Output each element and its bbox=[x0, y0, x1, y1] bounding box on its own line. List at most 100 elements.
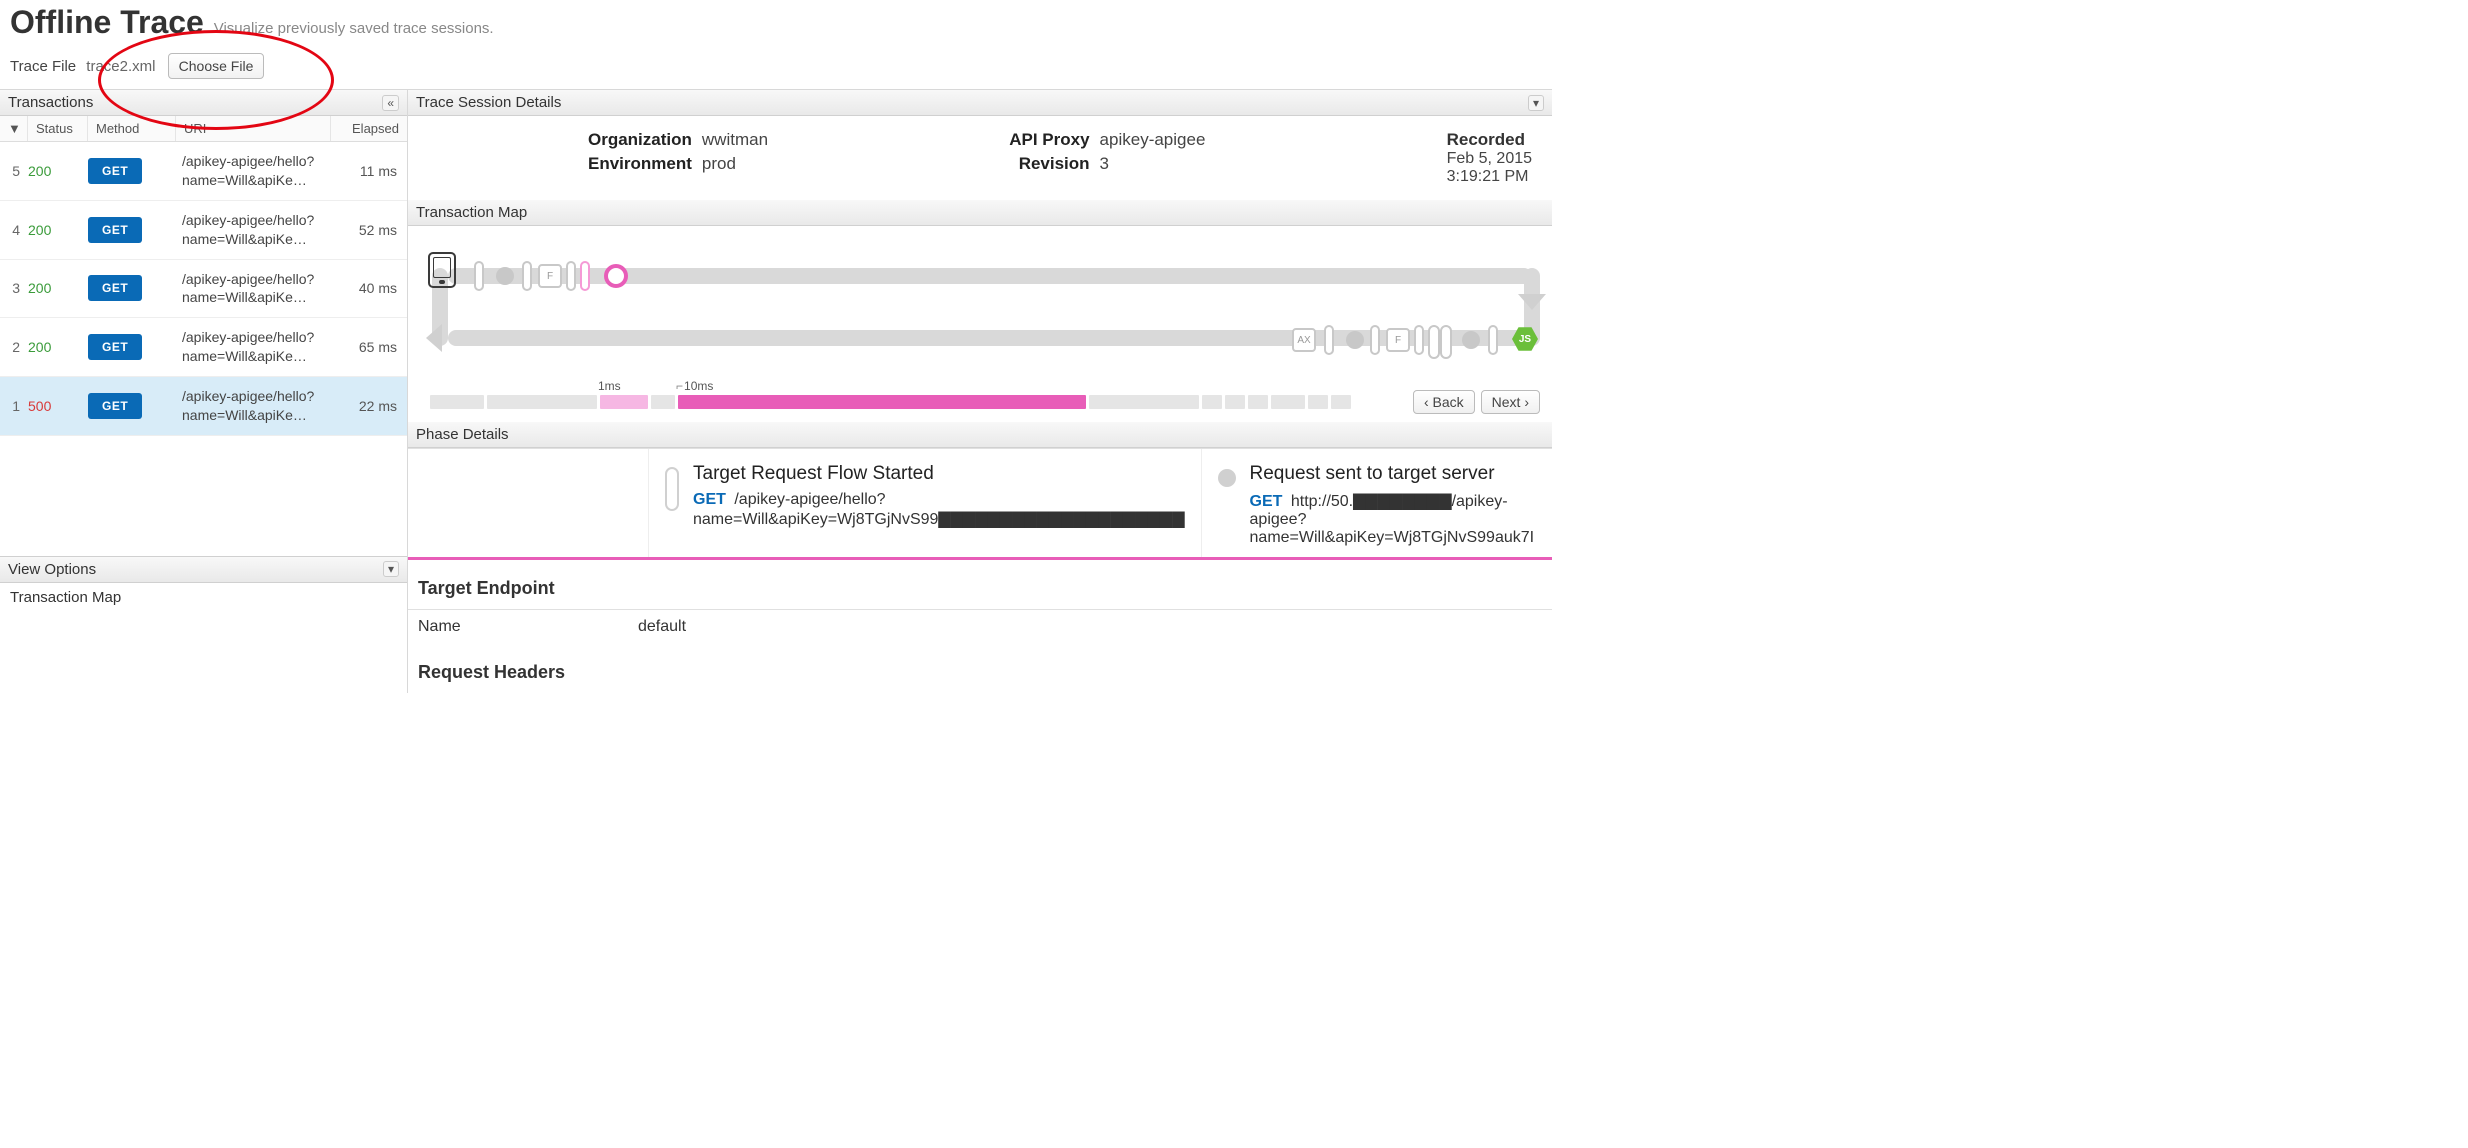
transaction-map[interactable]: F AX F JS bbox=[408, 226, 1552, 386]
uri-text: /apikey-apigee/hello?name=Will&apiKe… bbox=[176, 211, 331, 249]
org-label: Organization bbox=[588, 130, 692, 150]
flow-policy-icon[interactable]: F bbox=[1386, 328, 1410, 352]
env-label: Environment bbox=[588, 154, 692, 174]
col-sort-icon[interactable]: ▼ bbox=[0, 116, 28, 141]
phase-pill-icon bbox=[665, 467, 679, 511]
recorded-date: Feb 5, 2015 bbox=[1447, 150, 1532, 168]
timing-seg bbox=[1271, 395, 1305, 409]
method-label: GET bbox=[693, 491, 726, 508]
transaction-row[interactable]: 2200GET/apikey-apigee/hello?name=Will&ap… bbox=[0, 318, 407, 377]
col-elapsed[interactable]: Elapsed bbox=[331, 116, 407, 141]
uri-text: /apikey-apigee/hello?name=Will&apiKe… bbox=[176, 152, 331, 190]
elapsed-text: 52 ms bbox=[331, 222, 407, 238]
flow-step-icon[interactable] bbox=[566, 261, 576, 291]
flow-step-icon[interactable] bbox=[1428, 325, 1450, 355]
method-badge: GET bbox=[88, 158, 142, 184]
phase-title: Target Request Flow Started bbox=[693, 463, 1185, 485]
phase-card[interactable]: Request sent to target server GET http:/… bbox=[1201, 449, 1552, 557]
flow-step-icon[interactable] bbox=[474, 261, 484, 291]
session-details-toggle[interactable]: ▾ bbox=[1528, 95, 1544, 111]
timing-seg bbox=[430, 395, 484, 409]
collapse-transactions-button[interactable]: « bbox=[382, 95, 399, 111]
client-icon[interactable] bbox=[428, 252, 456, 288]
phase-card[interactable]: Target Request Flow Started GET /apikey-… bbox=[648, 449, 1201, 557]
recorded-label: Recorded bbox=[1447, 130, 1532, 150]
timing-seg bbox=[1248, 395, 1268, 409]
phase-details-title: Phase Details bbox=[416, 426, 509, 443]
flow-selected-icon[interactable] bbox=[604, 264, 628, 288]
timing-seg bbox=[487, 395, 597, 409]
rev-value: 3 bbox=[1100, 154, 1206, 174]
transaction-map-title: Transaction Map bbox=[416, 204, 527, 221]
transaction-row[interactable]: 3200GET/apikey-apigee/hello?name=Will&ap… bbox=[0, 260, 407, 319]
target-endpoint-name-value: default bbox=[628, 610, 1552, 645]
view-option-transaction-map[interactable]: Transaction Map bbox=[0, 583, 407, 612]
target-endpoint-heading: Target Endpoint bbox=[408, 568, 1552, 610]
transaction-row[interactable]: 1500GET/apikey-apigee/hello?name=Will&ap… bbox=[0, 377, 407, 436]
uri-text: /apikey-apigee/hello?name=Will&apiKe… bbox=[176, 270, 331, 308]
page-title: Offline Trace bbox=[10, 4, 204, 40]
phase-title: Request sent to target server bbox=[1250, 463, 1536, 485]
timing-bar[interactable]: 1ms 10ms bbox=[430, 395, 1397, 409]
row-index: 3 bbox=[0, 280, 28, 296]
transactions-panel-title: Transactions bbox=[8, 94, 93, 111]
timing-seg bbox=[651, 395, 675, 409]
uri-text: /apikey-apigee/hello?name=Will&apiKe… bbox=[176, 328, 331, 366]
status-code: 200 bbox=[28, 339, 88, 355]
timing-seg bbox=[1202, 395, 1222, 409]
proxy-value: apikey-apigee bbox=[1100, 130, 1206, 150]
next-button[interactable]: Next › bbox=[1481, 390, 1540, 414]
arrow-left-icon bbox=[426, 324, 442, 352]
flow-step-icon[interactable] bbox=[1346, 331, 1364, 349]
phase-url: http://50.▇▇▇▇▇▇▇▇/apikey-apigee?name=Wi… bbox=[1250, 493, 1535, 546]
flow-step-icon[interactable] bbox=[1370, 325, 1380, 355]
status-code: 200 bbox=[28, 222, 88, 238]
flow-step-icon[interactable] bbox=[1324, 325, 1334, 355]
status-code: 500 bbox=[28, 398, 88, 414]
method-label: GET bbox=[1250, 493, 1283, 510]
transaction-row[interactable]: 4200GET/apikey-apigee/hello?name=Will&ap… bbox=[0, 201, 407, 260]
choose-file-button[interactable]: Choose File bbox=[168, 53, 265, 79]
org-value: wwitman bbox=[702, 130, 768, 150]
transaction-row[interactable]: 5200GET/apikey-apigee/hello?name=Will&ap… bbox=[0, 142, 407, 201]
view-options-toggle[interactable]: ▾ bbox=[383, 561, 399, 577]
row-index: 4 bbox=[0, 222, 28, 238]
flow-policy-icon[interactable]: F bbox=[538, 264, 562, 288]
flow-step-icon[interactable] bbox=[522, 261, 532, 291]
timing-seg bbox=[678, 395, 1086, 409]
row-index: 2 bbox=[0, 339, 28, 355]
elapsed-text: 11 ms bbox=[331, 163, 407, 179]
timing-label: 10ms bbox=[676, 379, 713, 393]
session-details-title: Trace Session Details bbox=[416, 94, 561, 111]
request-headers-heading: Request Headers bbox=[408, 644, 1552, 693]
back-button[interactable]: ‹ Back bbox=[1413, 390, 1475, 414]
timing-seg bbox=[1308, 395, 1328, 409]
col-status[interactable]: Status bbox=[28, 116, 88, 141]
flow-policy-icon[interactable]: AX bbox=[1292, 328, 1316, 352]
flow-step-icon[interactable] bbox=[580, 261, 590, 291]
method-badge: GET bbox=[88, 393, 142, 419]
uri-text: /apikey-apigee/hello?name=Will&apiKe… bbox=[176, 387, 331, 425]
flow-step-icon[interactable] bbox=[1462, 331, 1480, 349]
recorded-time: 3:19:21 PM bbox=[1447, 168, 1532, 186]
status-code: 200 bbox=[28, 280, 88, 296]
elapsed-text: 65 ms bbox=[331, 339, 407, 355]
trace-file-name: trace2.xml bbox=[86, 58, 155, 75]
timing-seg bbox=[600, 395, 648, 409]
row-index: 5 bbox=[0, 163, 28, 179]
col-method[interactable]: Method bbox=[88, 116, 176, 141]
rev-label: Revision bbox=[1009, 154, 1089, 174]
proxy-label: API Proxy bbox=[1009, 130, 1089, 150]
col-uri[interactable]: URI bbox=[176, 116, 331, 141]
elapsed-text: 22 ms bbox=[331, 398, 407, 414]
flow-step-icon[interactable] bbox=[1488, 325, 1498, 355]
target-endpoint-name-label: Name bbox=[408, 610, 628, 645]
timing-seg bbox=[1089, 395, 1199, 409]
flow-step-icon[interactable] bbox=[496, 267, 514, 285]
elapsed-text: 40 ms bbox=[331, 280, 407, 296]
timing-seg bbox=[1331, 395, 1351, 409]
phase-dot-icon bbox=[1218, 469, 1236, 487]
flow-step-icon[interactable] bbox=[1414, 325, 1424, 355]
arrow-down-icon bbox=[1518, 294, 1546, 310]
phase-url: /apikey-apigee/hello?name=Will&apiKey=Wj… bbox=[693, 491, 1185, 528]
